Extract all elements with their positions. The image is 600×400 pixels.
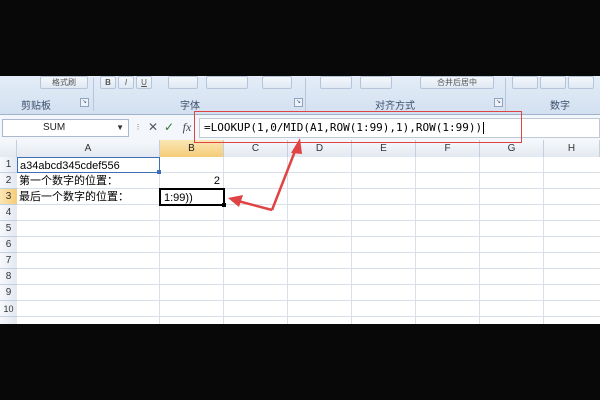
arrow-to-cell [237, 199, 273, 212]
arrow-to-formula [270, 145, 299, 211]
bottom-dark-band [0, 324, 600, 400]
arrow-head-up-icon [291, 138, 302, 154]
arrow-head-left-icon [228, 195, 243, 207]
screenshot-frame: 格式刷 B I U 合并后居中 剪贴板 ↘ 字体 ↘ 对齐方式 ↘ 数字 SUM… [0, 0, 600, 400]
